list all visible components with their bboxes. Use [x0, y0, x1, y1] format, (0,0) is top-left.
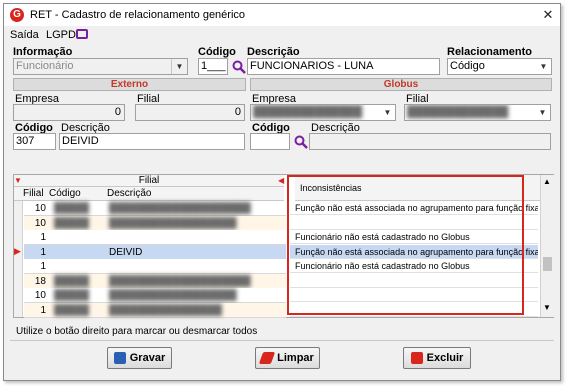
cell-descricao: ████████████████████ — [109, 203, 251, 214]
grid-group-header: Filial — [14, 175, 284, 187]
cell-codigo: █████ — [54, 217, 90, 229]
limpar-label: Limpar — [277, 352, 314, 364]
monitor-icon[interactable] — [76, 29, 88, 39]
relationship-grid[interactable]: Filial ▼ ◀ Filial Código Descrição ▶ 10 █… — [13, 174, 554, 318]
table-row[interactable]: 18 █████ ████████████████████ — [24, 273, 286, 289]
externo-filial-field: 0 — [135, 104, 245, 121]
cell-descricao: ████████████████ — [109, 304, 223, 316]
externo-empresa-field: 0 — [13, 104, 125, 121]
highlight-box — [287, 175, 524, 315]
cell-filial: 1 — [40, 246, 46, 258]
cell-descricao: DEIVID — [109, 246, 143, 258]
externo-codigo-input[interactable]: 307 — [13, 133, 56, 150]
cell-codigo: █████ — [54, 203, 90, 214]
column-header-codigo[interactable]: Código — [49, 187, 81, 202]
globus-empresa-value: ██████████████ — [253, 106, 363, 118]
scroll-up-icon[interactable]: ▲ — [543, 177, 551, 186]
cell-filial: 18 — [34, 275, 46, 287]
cell-descricao: ██████████████████ — [109, 290, 237, 301]
cell-descricao: ██████████████████ — [109, 217, 237, 229]
cell-filial: 10 — [34, 203, 46, 214]
search-icon[interactable] — [293, 134, 309, 150]
chevron-down-icon[interactable]: ▼ — [380, 105, 395, 120]
externo-header: Externo — [13, 78, 246, 91]
search-icon[interactable] — [231, 59, 247, 75]
save-icon — [113, 352, 126, 365]
informacao-select[interactable]: Funcionário ▼ — [13, 58, 188, 75]
chevron-down-icon[interactable]: ▼ — [535, 105, 550, 120]
limpar-button[interactable]: Limpar — [255, 347, 320, 369]
codigo-label: Código — [198, 46, 236, 58]
chevron-down-icon[interactable]: ▼ — [171, 59, 187, 74]
informacao-label: Informação — [13, 46, 73, 58]
gravar-button[interactable]: Gravar — [107, 347, 172, 369]
globus-descricao-input — [309, 133, 551, 150]
menu-bar: Saída LGPD — [4, 26, 560, 44]
globus-filial-value: █████████████ — [407, 106, 509, 118]
scroll-down-icon[interactable]: ▼ — [543, 303, 551, 312]
menu-item-lgpd[interactable]: LGPD — [46, 29, 76, 41]
relacionamento-select[interactable]: Código ▼ — [447, 58, 552, 75]
trash-icon — [410, 352, 423, 365]
table-row[interactable]: 10 █████ ████████████████████ — [24, 201, 286, 216]
grid-column-header: Filial Código Descrição — [14, 187, 284, 201]
descricao-input[interactable]: FUNCIONARIOS - LUNA — [247, 58, 440, 75]
table-row[interactable]: 10 █████ ██████████████████ — [24, 288, 286, 303]
informacao-value: Funcionário — [16, 60, 74, 72]
app-window: G RET - Cadastro de relacionamento genér… — [3, 3, 561, 381]
relacionamento-value: Código — [450, 60, 485, 72]
divider — [10, 340, 554, 341]
cell-codigo: █████ — [54, 304, 90, 316]
window-title: RET - Cadastro de relacionamento genéric… — [30, 9, 246, 21]
eraser-icon — [258, 352, 276, 365]
status-hint: Utilize o botão direito para marcar ou d… — [16, 326, 258, 337]
cell-codigo: █████ — [54, 290, 90, 301]
current-row-indicator-icon: ▶ — [14, 246, 21, 256]
globus-filial-select[interactable]: █████████████ ▼ — [404, 104, 551, 121]
table-row[interactable]: 1 █████ ████████████████ — [24, 302, 286, 318]
table-row[interactable]: 1 DEIVID — [24, 244, 286, 260]
globus-header: Globus — [250, 78, 552, 91]
descricao-label: Descrição — [247, 46, 300, 58]
table-row[interactable]: 10 █████ ██████████████████ — [24, 215, 286, 231]
vertical-scrollbar[interactable]: ▲ ▼ — [540, 175, 554, 317]
chevron-down-icon[interactable]: ▼ — [536, 59, 551, 74]
cell-filial: 1 — [40, 304, 46, 316]
excluir-button[interactable]: Excluir — [403, 347, 471, 369]
cell-descricao: ████████████████████ — [109, 275, 251, 287]
excluir-label: Excluir — [426, 352, 464, 364]
relacionamento-label: Relacionamento — [447, 46, 532, 58]
globus-codigo-input[interactable] — [250, 133, 290, 150]
globus-empresa-select[interactable]: ██████████████ ▼ — [250, 104, 396, 121]
gravar-label: Gravar — [129, 352, 166, 364]
title-bar: G RET - Cadastro de relacionamento genér… — [4, 4, 560, 26]
table-row[interactable]: 1 — [24, 259, 286, 274]
cell-codigo: █████ — [54, 275, 90, 287]
row-indicator-column — [14, 201, 23, 317]
menu-item-saida[interactable]: Saída — [10, 29, 39, 41]
table-row[interactable]: 1 — [24, 230, 286, 245]
sort-arrow-icon[interactable]: ▼ — [14, 177, 22, 185]
codigo-input[interactable]: 1___ — [198, 58, 228, 75]
cell-filial: 10 — [34, 217, 46, 229]
cell-filial: 1 — [40, 261, 46, 272]
app-logo-icon: G — [10, 8, 24, 22]
cell-filial: 1 — [40, 232, 46, 243]
column-header-descricao[interactable]: Descrição — [107, 187, 151, 202]
cell-filial: 10 — [34, 290, 46, 301]
scrollbar-thumb[interactable] — [543, 257, 552, 271]
externo-descricao-input[interactable]: DEIVID — [59, 133, 245, 150]
scroll-left-icon[interactable]: ◀ — [278, 176, 286, 186]
close-button[interactable]: ✕ — [540, 7, 556, 23]
column-header-filial[interactable]: Filial — [23, 187, 44, 202]
